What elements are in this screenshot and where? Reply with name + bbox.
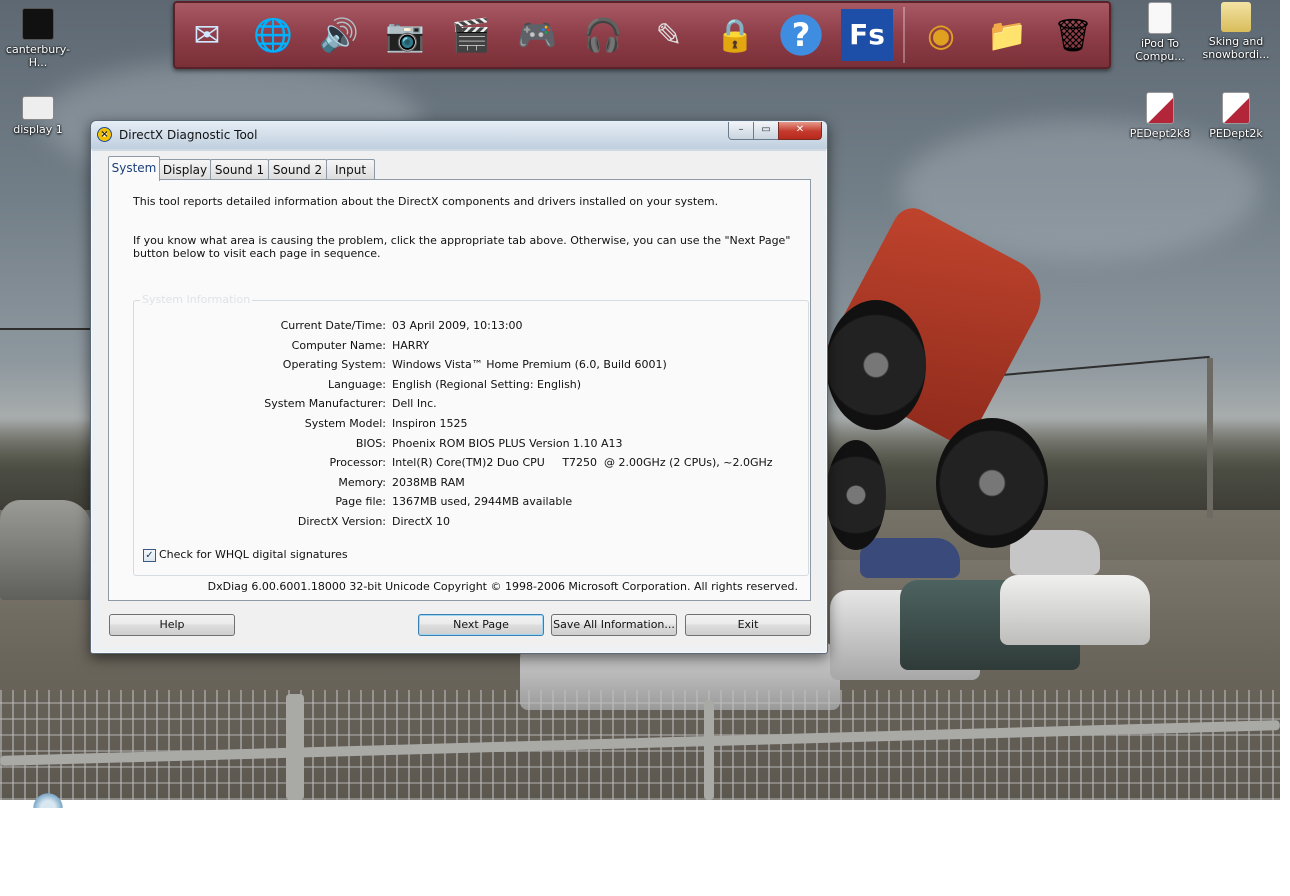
system-tab-panel: This tool reports detailed information a… — [108, 179, 811, 601]
system-info-value: DirectX 10 — [392, 515, 450, 528]
system-info-value: Dell Inc. — [392, 397, 437, 411]
system-info-value: 2038MB RAM — [392, 475, 465, 489]
system-info-label: System Model: — [304, 417, 386, 430]
system-info-label: DirectX Version: — [297, 515, 386, 528]
desktop-icon-label: display 1 — [13, 123, 63, 136]
recycle-bin-icon[interactable]: 🗑 — [1047, 9, 1099, 61]
gamepad-icon[interactable]: 🎮 — [511, 9, 563, 61]
system-info-label: System Manufacturer: — [264, 397, 386, 411]
canterbury-logo-icon — [22, 8, 54, 40]
system-info-row: BIOS: Phoenix ROM BIOS PLUS Version 1.10 … — [134, 437, 808, 455]
ipod-document-icon — [1148, 2, 1172, 34]
maximize-button[interactable]: ▭ — [753, 122, 779, 140]
close-button[interactable]: ✕ — [778, 122, 822, 140]
system-info-row: Memory: 2038MB RAM — [134, 476, 808, 494]
system-info-row: DirectX Version: DirectX 10 — [134, 515, 808, 533]
tab-display[interactable]: Display — [159, 159, 211, 180]
system-info-row: Language: English (Regional Setting: Engl… — [134, 378, 808, 396]
display-file-icon — [22, 96, 54, 120]
clapperboard-icon[interactable]: 🎬 — [445, 9, 497, 61]
system-info-value: Phoenix ROM BIOS PLUS Version 1.10 A13 — [392, 436, 623, 450]
tab-sound-1[interactable]: Sound 1 — [210, 159, 269, 180]
system-info-label: Operating System: — [282, 358, 386, 372]
pencil-cup-icon[interactable]: ✎ — [643, 9, 695, 61]
security-shield-icon[interactable]: 🔒 — [709, 9, 761, 61]
desktop-icon-label: PEDept2k8 — [1129, 127, 1191, 140]
exit-button[interactable]: Exit — [685, 614, 811, 636]
system-info-row: System Model: Inspiron 1525 — [134, 417, 808, 435]
desktop-icon-pedept2k[interactable]: PEDept2k — [1198, 92, 1274, 140]
folder-icon[interactable]: 📁 — [981, 9, 1033, 61]
system-info-row: Current Date/Time: 03 April 2009, 10:13:0… — [134, 319, 808, 337]
system-info-label: Memory: — [338, 475, 386, 489]
minimize-button[interactable]: – — [728, 122, 754, 140]
system-info-label: Computer Name: — [291, 338, 386, 352]
system-info-label: BIOS: — [355, 436, 386, 450]
window-client-area: System Display Sound 1 Sound 2 Input Thi… — [99, 151, 819, 647]
group-title: System Information — [140, 293, 253, 306]
desktop-icon-ipod-to-computer[interactable]: iPod To Compu... — [1122, 2, 1198, 63]
system-info-value: English (Regional Setting: English) — [392, 377, 582, 391]
system-info-row: Processor: Intel(R) Core(TM)2 Duo CPU T72… — [134, 456, 808, 474]
system-info-row: Operating System: Windows Vista™ Home Pre… — [134, 358, 808, 376]
version-copyright-text: DxDiag 6.00.6001.18000 32-bit Unicode Co… — [207, 580, 798, 593]
tab-system[interactable]: System — [108, 156, 160, 181]
desktop-icon-display[interactable]: display 1 — [0, 96, 76, 136]
next-page-button[interactable]: Next Page — [418, 614, 544, 636]
system-info-label: Current Date/Time: — [280, 319, 386, 332]
system-info-label: Language: — [328, 377, 386, 391]
desktop-icon-pedept2k8[interactable]: PEDept2k8 — [1122, 92, 1198, 140]
folder-icon — [1221, 2, 1251, 32]
intro-text: This tool reports detailed information a… — [133, 195, 719, 208]
window-title: DirectX Diagnostic Tool — [119, 128, 258, 142]
speaker-icon[interactable]: 🔊 — [313, 9, 365, 61]
system-info-value: 1367MB used, 2944MB available — [392, 495, 573, 509]
desktop-icon-label: canterbury-H... — [5, 43, 71, 69]
tab-input[interactable]: Input — [326, 159, 375, 180]
system-info-value: Inspiron 1525 — [392, 417, 468, 430]
dock-separator — [903, 7, 905, 63]
system-info-row: Computer Name: HARRY — [134, 339, 808, 357]
system-info-row: Page file: 1367MB used, 2944MB available — [134, 495, 808, 513]
system-info-label: Processor: — [329, 456, 387, 470]
desktop-icon-label: PEDept2k — [1209, 127, 1263, 140]
access-database-icon — [1146, 92, 1174, 124]
system-info-value: 03 April 2009, 10:13:00 — [392, 319, 523, 332]
system-info-value: Intel(R) Core(TM)2 Duo CPU T7250 @ 2.00G… — [392, 456, 773, 470]
desktop-icon-skiing[interactable]: Sking and snowbordi... — [1198, 2, 1274, 61]
system-info-value: HARRY — [392, 338, 430, 352]
system-info-value: Windows Vista™ Home Premium (6.0, Build … — [392, 358, 667, 372]
camera-icon[interactable]: 📷 — [379, 9, 431, 61]
windows-logo-icon[interactable]: ◉ — [915, 9, 967, 61]
desktop-icon-label: iPod To Compu... — [1135, 37, 1185, 63]
access-database-icon — [1222, 92, 1250, 124]
save-all-information-button[interactable]: Save All Information... — [551, 614, 677, 636]
globe-icon[interactable]: 🌐 — [247, 9, 299, 61]
instructions-text: If you know what area is causing the pro… — [133, 234, 791, 260]
mail-icon[interactable]: ✉ — [181, 9, 233, 61]
directx-diagnostic-window: × DirectX Diagnostic Tool – ▭ ✕ System D… — [90, 120, 828, 654]
title-bar[interactable]: × DirectX Diagnostic Tool – ▭ ✕ — [91, 121, 827, 149]
whql-checkbox-label: Check for WHQL digital signatures — [159, 548, 348, 561]
dock-bar: ✉ 🌐 🔊 📷 🎬 🎮 🎧 ✎ 🔒 ? Fs ◉ 📁 🗑 — [173, 1, 1111, 69]
tab-sound-2[interactable]: Sound 2 — [268, 159, 327, 180]
checkbox-checked-icon[interactable]: ✓ — [143, 549, 156, 562]
system-information-group: System Information Current Date/Time: 03 … — [133, 293, 809, 576]
directx-icon: × — [97, 127, 112, 142]
fs-app-icon[interactable]: Fs — [841, 9, 893, 61]
desktop-icon-canterbury[interactable]: canterbury-H... — [0, 8, 76, 69]
system-info-label: Page file: — [335, 495, 386, 509]
headphones-icon[interactable]: 🎧 — [577, 9, 629, 61]
system-info-row: System Manufacturer: Dell Inc. — [134, 397, 808, 415]
help-button[interactable]: Help — [109, 614, 235, 636]
desktop-icon-label: Sking and snowbordi... — [1202, 35, 1270, 61]
help-icon[interactable]: ? — [775, 9, 827, 61]
